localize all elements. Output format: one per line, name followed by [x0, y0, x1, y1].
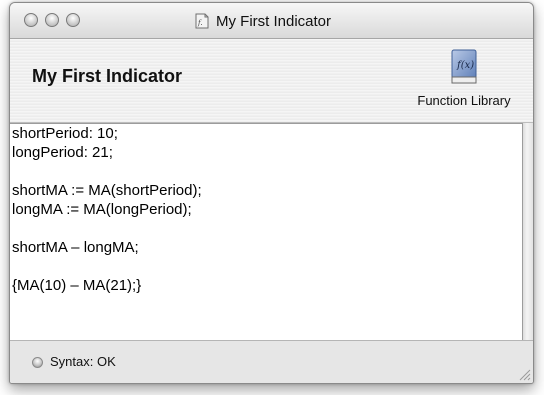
indicator-window: f. My First Indicator My First Indicator… [9, 2, 534, 384]
code-line[interactable]: shortMA := MA(shortPeriod); [12, 181, 522, 200]
function-library-label: Function Library [417, 93, 511, 108]
code-line[interactable]: shortMA – longMA; [12, 238, 522, 257]
code-line[interactable]: {MA(10) – MA(21);} [12, 276, 522, 295]
window-title: My First Indicator [216, 12, 332, 30]
code-line[interactable] [12, 219, 522, 238]
svg-text:f.: f. [197, 19, 203, 27]
status-light-icon [32, 357, 43, 368]
function-document-icon: f. [195, 13, 209, 29]
close-button[interactable] [24, 13, 38, 27]
indicator-header: My First Indicator f(x) Function Library [10, 39, 533, 123]
title-bar[interactable]: f. My First Indicator [10, 3, 533, 39]
code-line[interactable] [12, 162, 522, 181]
syntax-status: Syntax: OK [50, 354, 116, 369]
code-line[interactable] [12, 257, 522, 276]
window-title-group: f. My First Indicator [195, 12, 331, 30]
code-editor[interactable]: shortPeriod: 10; longPeriod: 21; shortMA :… [10, 123, 522, 340]
zoom-button[interactable] [66, 13, 80, 27]
resize-grip-icon[interactable] [517, 367, 531, 381]
code-line[interactable]: longMA := MA(longPeriod); [12, 200, 522, 219]
function-library-button[interactable]: f(x) Function Library [405, 49, 523, 111]
indicator-name: My First Indicator [32, 66, 183, 86]
status-bar: Syntax: OK [10, 340, 533, 383]
code-line[interactable]: longPeriod: 21; [12, 143, 522, 162]
minimize-button[interactable] [45, 13, 59, 27]
code-line[interactable]: shortPeriod: 10; [12, 124, 522, 143]
function-book-icon: f(x) [451, 49, 477, 84]
editor-scrollbar[interactable] [522, 123, 533, 340]
svg-text:f(x): f(x) [456, 60, 474, 71]
